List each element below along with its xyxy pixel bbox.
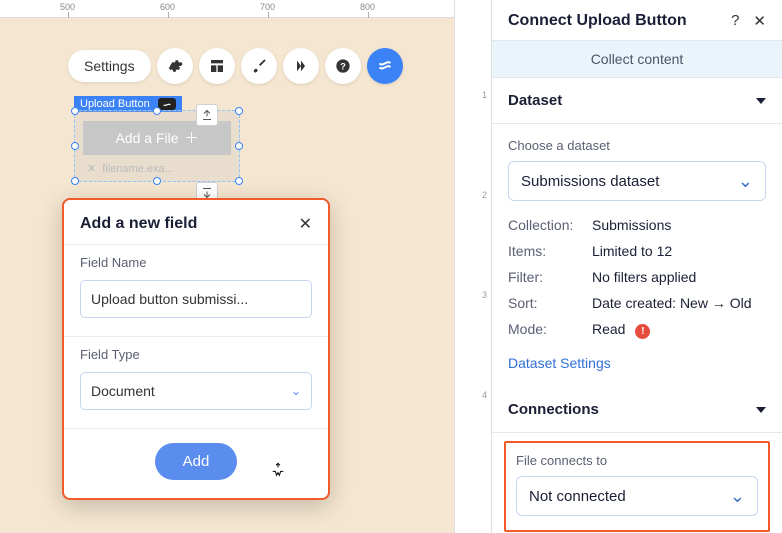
warning-icon: ! [635,324,650,339]
add-file-label: Add a File [115,130,178,146]
field-type-select[interactable]: Document ⌄ [80,372,312,410]
cursor-icon [270,461,286,479]
remove-file-icon: ✕ [87,162,96,175]
help-icon[interactable]: ? [325,48,361,84]
file-connects-select[interactable]: Not connected ⌄ [516,476,758,516]
brush-icon[interactable] [241,48,277,84]
file-connects-value: Not connected [529,488,626,505]
chevron-down-icon: ⌄ [291,384,301,398]
add-file-button[interactable]: Add a File ＋ [83,121,231,155]
ruler-horizontal: 500 600 700 800 [0,0,454,18]
chevron-down-icon [756,98,766,104]
sort-label: Sort: [508,295,592,311]
anchor-top-icon[interactable] [196,104,218,126]
connect-panel: Connect Upload Button ? ✕ Collect conten… [492,0,782,533]
vertical-ruler: 1 2 3 4 [454,0,492,533]
mode-label: Mode: [508,321,592,339]
settings-button[interactable]: Settings [68,50,151,82]
collect-content-banner[interactable]: Collect content [492,40,782,77]
sort-value: Date created: New → Old [592,295,766,311]
add-button[interactable]: Add [155,443,238,480]
field-type-value: Document [91,383,155,399]
file-connects-label: File connects to [516,453,758,468]
ruler-mark: 700 [260,2,275,12]
plus-icon: ＋ [185,128,199,148]
dataset-settings-link[interactable]: Dataset Settings [508,355,611,371]
ruler-mark: 600 [160,2,175,12]
field-name-input[interactable] [80,280,312,318]
mode-value: Read ! [592,321,766,339]
svg-text:?: ? [340,61,346,71]
dataset-select[interactable]: Submissions dataset ⌄ [508,161,766,201]
collection-value: Submissions [592,217,766,233]
connections-section-header[interactable]: Connections [508,401,766,418]
items-value: Limited to 12 [592,243,766,259]
ruler-mark: 500 [60,2,75,12]
animation-icon[interactable] [283,48,319,84]
chevron-down-icon [756,407,766,413]
element-toolbar: Settings ? [68,48,403,84]
chevron-down-icon: ⌄ [738,171,753,192]
panel-title: Connect Upload Button [508,12,687,30]
items-label: Items: [508,243,592,259]
collection-label: Collection: [508,217,592,233]
field-name-label: Field Name [80,255,312,270]
layout-icon[interactable] [199,48,235,84]
choose-dataset-label: Choose a dataset [508,138,766,153]
modal-title: Add a new field [80,215,197,233]
canvas-area[interactable]: 500 600 700 800 Settings ? [0,0,454,533]
dataset-section-body: Choose a dataset Submissions dataset ⌄ C… [492,124,782,387]
filter-value: No filters applied [592,269,766,285]
filename-placeholder: ✕ filename.exa... [87,162,174,175]
file-connects-highlight: File connects to Not connected ⌄ [504,441,770,532]
ruler-mark: 800 [360,2,375,12]
help-icon[interactable]: ? [731,12,739,30]
chevron-down-icon: ⌄ [730,486,745,507]
add-field-modal: Add a new field ✕ Field Name Field Type … [62,198,330,500]
close-icon[interactable]: ✕ [753,12,766,30]
element-badge-text: Upload Button [80,98,150,110]
gear-icon[interactable] [157,48,193,84]
close-icon[interactable]: ✕ [299,214,312,234]
dataset-select-value: Submissions dataset [521,173,659,190]
dataset-section-header[interactable]: Dataset [508,92,766,109]
filter-label: Filter: [508,269,592,285]
field-type-label: Field Type [80,347,312,362]
connect-data-icon[interactable] [367,48,403,84]
